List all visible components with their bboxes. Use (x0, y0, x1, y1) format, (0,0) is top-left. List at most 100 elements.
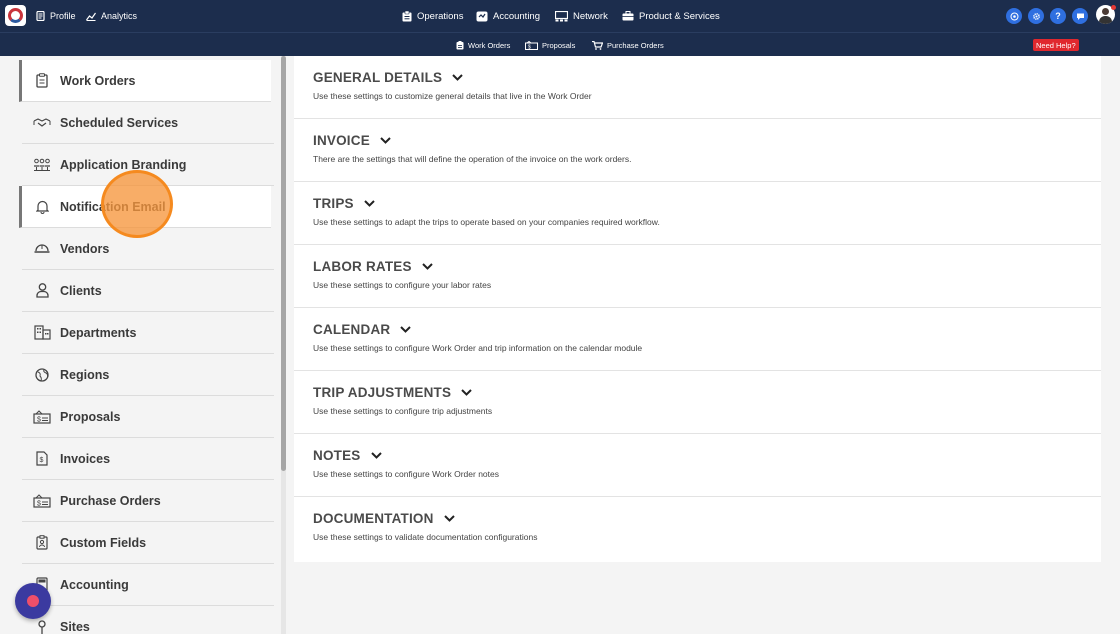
analytics-icon (86, 12, 96, 21)
nav-profile[interactable]: Profile (36, 0, 76, 32)
sidebar-item-label: Notification Email (60, 199, 166, 214)
chevron-down-icon[interactable] (400, 326, 412, 333)
section-title: DOCUMENTATION (313, 511, 434, 526)
proposal-icon: $ (22, 409, 60, 424)
chevron-down-icon[interactable] (452, 74, 463, 81)
section-trips[interactable]: TRIPS Use these settings to adapt the tr… (294, 182, 1101, 245)
sidebar-item-regions[interactable]: Regions (22, 354, 274, 396)
svg-text:$: $ (40, 457, 44, 464)
nav-product-services-label: Product & Services (639, 10, 720, 22)
gear-icon[interactable] (1028, 8, 1044, 24)
cart-icon (592, 40, 603, 50)
nav-product-services[interactable]: Product & Services (622, 0, 720, 32)
record-dot-icon (27, 595, 39, 607)
sidebar-item-vendors[interactable]: Vendors (22, 228, 274, 270)
chat-icon[interactable] (1072, 8, 1088, 24)
section-general-details[interactable]: GENERAL DETAILS Use these settings to cu… (294, 56, 1101, 119)
svg-text:$: $ (37, 416, 41, 423)
nav-network-label: Network (573, 10, 608, 22)
sidebar-item-notification-email[interactable]: Notification Email (19, 186, 271, 228)
target-icon[interactable] (1006, 8, 1022, 24)
sidebar-item-label: Accounting (60, 577, 129, 592)
record-button[interactable] (15, 583, 51, 619)
sidebar-item-label: Sites (60, 620, 90, 634)
subnav-proposals-label: Proposals (542, 40, 576, 50)
nav-operations-label: Operations (417, 10, 464, 22)
sidebar-item-label: Vendors (60, 241, 110, 256)
sidebar-item-label: Departments (60, 325, 137, 340)
sidebar-item-label: Custom Fields (60, 535, 147, 550)
svg-text:$: $ (37, 500, 41, 507)
hardhat-icon (22, 243, 60, 254)
sidebar-scrollbar-thumb[interactable] (281, 56, 286, 471)
section-title: GENERAL DETAILS (313, 70, 443, 85)
briefcase-icon (622, 11, 634, 21)
section-title: TRIP ADJUSTMENTS (313, 385, 452, 400)
subnav-purchase-orders-label: Purchase Orders (607, 40, 664, 50)
sidebar-item-departments[interactable]: Departments (22, 312, 274, 354)
sidebar-item-proposals[interactable]: $ Proposals (22, 396, 274, 438)
chevron-down-icon[interactable] (461, 389, 472, 396)
sub-navbar: Work Orders $ Proposals Purchase Orders … (0, 32, 1120, 56)
clipboard-icon (456, 40, 464, 49)
section-desc: Use these settings to customize general … (313, 91, 592, 101)
subnav-work-orders[interactable]: Work Orders (456, 33, 510, 57)
nav-accounting[interactable]: Accounting (476, 0, 540, 32)
bell-icon (22, 200, 60, 214)
sidebar-item-label: Work Orders (60, 73, 136, 88)
section-labor-rates[interactable]: LABOR RATES Use these settings to config… (294, 245, 1101, 308)
sidebar-item-label: Invoices (60, 451, 111, 466)
sidebar-item-label: Purchase Orders (60, 493, 161, 508)
sidebar-item-custom-fields[interactable]: Custom Fields (22, 522, 274, 564)
sidebar-item-application-branding[interactable]: Application Branding (22, 144, 274, 186)
section-calendar[interactable]: CALENDAR Use these settings to configure… (294, 308, 1101, 371)
sidebar-item-scheduled-services[interactable]: Scheduled Services (22, 102, 274, 144)
handshake-icon (22, 117, 60, 129)
section-desc: Use these settings to configure trip adj… (313, 406, 493, 416)
id-badge-icon (22, 535, 60, 550)
subnav-purchase-orders[interactable]: Purchase Orders (592, 33, 664, 57)
purchase-order-icon: $ (22, 493, 60, 508)
chevron-down-icon[interactable] (421, 263, 433, 270)
section-invoice[interactable]: INVOICE There are the settings that will… (294, 119, 1101, 182)
section-title: CALENDAR (313, 322, 391, 337)
chevron-down-icon[interactable] (380, 137, 391, 144)
nav-analytics[interactable]: Analytics (86, 0, 137, 32)
nav-network[interactable]: Network (555, 0, 608, 32)
sidebar-item-label: Regions (60, 367, 110, 382)
nav-accounting-label: Accounting (493, 10, 541, 22)
chevron-down-icon[interactable] (364, 200, 375, 207)
section-desc: Use these settings to validate documenta… (313, 532, 538, 542)
sidebar-item-clients[interactable]: Clients (22, 270, 274, 312)
need-help-button[interactable]: Need Help? (1033, 39, 1079, 51)
app-logo[interactable] (5, 5, 26, 26)
chevron-down-icon[interactable] (370, 452, 382, 459)
sidebar-item-work-orders[interactable]: Work Orders (19, 60, 271, 102)
section-desc: There are the settings that will define … (313, 154, 632, 164)
section-documentation[interactable]: DOCUMENTATION Use these settings to vali… (294, 497, 1101, 560)
section-notes[interactable]: NOTES Use these settings to configure Wo… (294, 434, 1101, 497)
section-trip-adjustments[interactable]: TRIP ADJUSTMENTS Use these settings to c… (294, 371, 1101, 434)
sidebar-item-invoices[interactable]: $ Invoices (22, 438, 274, 480)
subnav-proposals[interactable]: $ Proposals (525, 33, 575, 57)
section-desc: Use these settings to configure Work Ord… (313, 469, 499, 479)
nav-analytics-label: Analytics (101, 11, 138, 21)
globe-icon (22, 367, 60, 382)
section-title: TRIPS (313, 196, 354, 211)
building-icon (22, 325, 60, 340)
nav-profile-label: Profile (50, 11, 76, 21)
section-title: NOTES (313, 448, 361, 463)
sidebar-item-purchase-orders[interactable]: $ Purchase Orders (22, 480, 274, 522)
sidebar-item-label: Scheduled Services (60, 115, 179, 130)
sidebar-item-sites[interactable]: Sites (22, 606, 274, 634)
notification-dot (1111, 5, 1116, 10)
map-pin-icon (22, 619, 60, 634)
settings-sidebar: Work Orders Scheduled Services Applicati… (0, 56, 281, 634)
person-icon (22, 283, 60, 298)
chevron-down-icon[interactable] (443, 515, 455, 522)
svg-text:$: $ (528, 44, 531, 50)
question-icon[interactable]: ? (1050, 8, 1066, 24)
section-desc: Use these settings to configure Work Ord… (313, 343, 643, 353)
sidebar-item-accounting[interactable]: Accounting (22, 564, 274, 606)
nav-operations[interactable]: Operations (402, 0, 463, 32)
